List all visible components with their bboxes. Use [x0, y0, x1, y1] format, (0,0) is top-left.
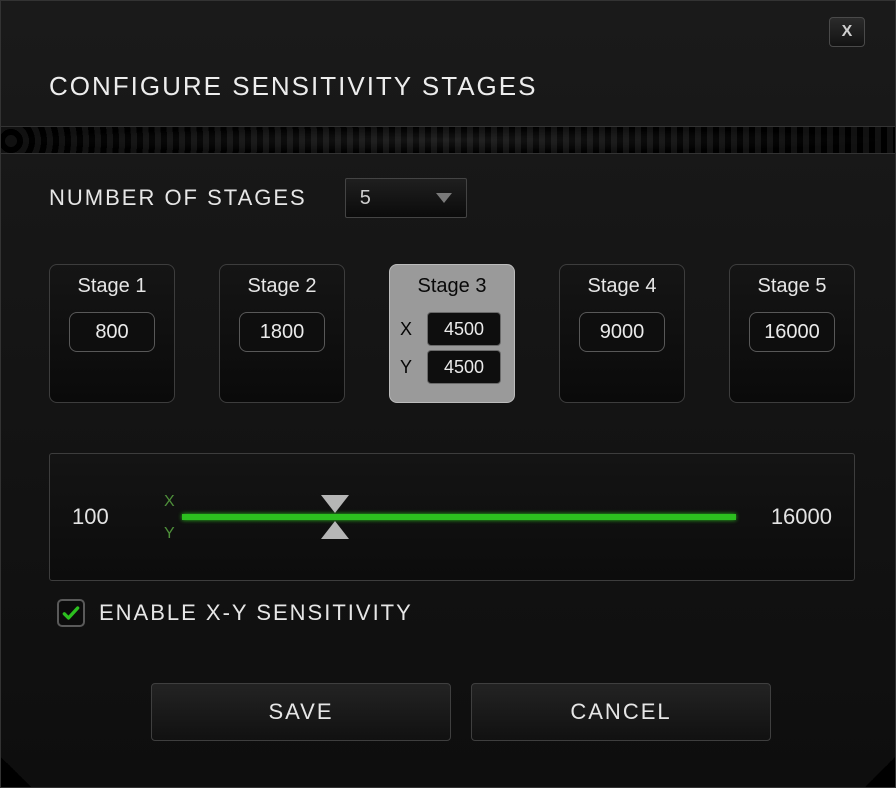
stages-row: Stage 1 800 Stage 2 1800 Stage 3 X 4500 … [49, 264, 855, 403]
enable-xy-label: ENABLE X-Y SENSITIVITY [99, 600, 413, 626]
stage-1-value-input[interactable]: 800 [69, 312, 155, 352]
stage-card-5[interactable]: Stage 5 16000 [729, 264, 855, 403]
dialog-header: CONFIGURE SENSITIVITY STAGES [1, 1, 895, 126]
stage-2-title: Stage 2 [230, 275, 334, 298]
cancel-button[interactable]: CANCEL [471, 683, 771, 741]
stages-count-select[interactable]: 5 [345, 178, 467, 218]
slider-thumb-x[interactable] [321, 495, 349, 513]
stage-3-y-label: Y [400, 357, 416, 378]
enable-xy-checkbox[interactable] [57, 599, 85, 627]
slider-max-label: 16000 [754, 504, 832, 530]
close-icon: X [842, 23, 853, 40]
dialog-title: CONFIGURE SENSITIVITY STAGES [49, 71, 895, 102]
slider-x-axis-label: X [164, 493, 177, 511]
stage-1-title: Stage 1 [60, 275, 164, 298]
corner-decoration [1, 757, 31, 787]
dialog-body: NUMBER OF STAGES 5 Stage 1 800 Stage 2 1… [1, 154, 895, 741]
slider-min-label: 100 [72, 504, 150, 530]
stage-3-x-input[interactable]: 4500 [427, 312, 501, 346]
stages-count-label: NUMBER OF STAGES [49, 185, 307, 211]
enable-xy-row: ENABLE X-Y SENSITIVITY [57, 599, 855, 627]
close-button[interactable]: X [829, 17, 865, 47]
sensitivity-slider-panel: 100 X Y 16000 [49, 453, 855, 581]
chevron-down-icon [436, 193, 452, 203]
stages-count-row: NUMBER OF STAGES 5 [49, 178, 855, 218]
sensitivity-stages-dialog: X CONFIGURE SENSITIVITY STAGES NUMBER OF… [0, 0, 896, 788]
slider-track [182, 514, 736, 520]
stage-4-title: Stage 4 [570, 275, 674, 298]
stage-5-value-input[interactable]: 16000 [749, 312, 835, 352]
stage-3-x-label: X [400, 319, 416, 340]
stage-3-y-input[interactable]: 4500 [427, 350, 501, 384]
corner-decoration [865, 757, 895, 787]
stage-card-4[interactable]: Stage 4 9000 [559, 264, 685, 403]
stage-2-value-input[interactable]: 1800 [239, 312, 325, 352]
check-icon [61, 603, 81, 623]
sensitivity-slider[interactable]: X Y [168, 487, 736, 547]
stage-card-3[interactable]: Stage 3 X 4500 Y 4500 [389, 264, 515, 403]
slider-thumb-y[interactable] [321, 521, 349, 539]
save-button[interactable]: SAVE [151, 683, 451, 741]
stage-card-1[interactable]: Stage 1 800 [49, 264, 175, 403]
header-divider [1, 126, 895, 154]
stage-4-value-input[interactable]: 9000 [579, 312, 665, 352]
stages-count-value: 5 [360, 187, 371, 210]
dialog-buttons: SAVE CANCEL [49, 683, 855, 741]
stage-5-title: Stage 5 [740, 275, 844, 298]
stage-3-title: Stage 3 [400, 275, 504, 298]
slider-y-axis-label: Y [164, 525, 177, 543]
stage-card-2[interactable]: Stage 2 1800 [219, 264, 345, 403]
